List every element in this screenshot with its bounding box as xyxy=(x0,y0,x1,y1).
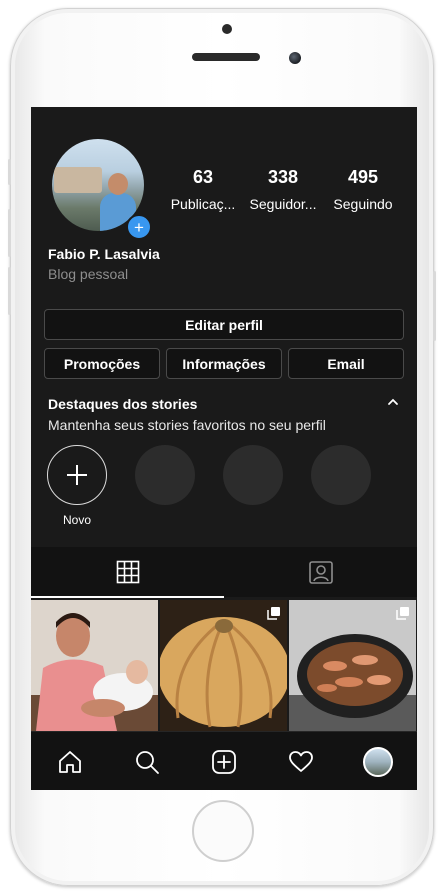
nav-home[interactable] xyxy=(31,732,108,790)
new-highlight-button[interactable] xyxy=(47,445,107,505)
chevron-up-icon[interactable] xyxy=(386,395,400,409)
multiple-photos-icon xyxy=(396,607,409,620)
profile-avatar xyxy=(362,746,393,777)
nav-new-post[interactable] xyxy=(185,732,262,790)
home-icon xyxy=(58,750,81,773)
posts-count: 63 xyxy=(192,167,214,187)
nav-profile[interactable] xyxy=(339,732,416,790)
avatar-background xyxy=(54,167,102,193)
home-button[interactable] xyxy=(192,800,254,862)
heart-icon xyxy=(288,750,313,772)
plus-icon xyxy=(67,465,87,485)
promotions-button[interactable]: Promoções xyxy=(44,348,160,379)
add-story-badge[interactable]: + xyxy=(126,214,152,240)
followers-label: Seguidor... xyxy=(249,196,317,212)
search-icon xyxy=(135,750,159,774)
tab-grid[interactable] xyxy=(31,547,224,597)
highlights-title: Destaques dos stories xyxy=(48,396,198,412)
following-stat[interactable]: 495 Seguindo xyxy=(323,167,403,212)
nav-activity[interactable] xyxy=(262,732,339,790)
following-count: 495 xyxy=(347,167,379,187)
post-thumbnail[interactable] xyxy=(31,600,158,731)
tab-tagged[interactable] xyxy=(224,547,417,597)
posts-label: Publicaç... xyxy=(170,196,236,212)
mute-switch xyxy=(8,159,11,185)
post-thumbnail[interactable] xyxy=(289,600,416,731)
new-post-icon xyxy=(211,749,236,774)
posts-grid xyxy=(31,600,417,731)
multiple-photos-icon xyxy=(267,607,280,620)
post-thumbnail[interactable] xyxy=(160,600,287,731)
posts-stat[interactable]: 63 Publicaç... xyxy=(163,167,243,212)
earpiece-speaker xyxy=(192,53,260,61)
nav-search[interactable] xyxy=(108,732,185,790)
email-button[interactable]: Email xyxy=(288,348,404,379)
front-camera xyxy=(222,24,232,34)
proximity-sensor xyxy=(289,52,301,64)
followers-count: 338 xyxy=(267,167,299,187)
volume-down-button xyxy=(8,267,11,315)
instagram-profile-screen: + 63 Publicaç... 338 Seguidor... 495 Seg… xyxy=(31,107,417,790)
info-button[interactable]: Informações xyxy=(166,348,282,379)
highlight-placeholder xyxy=(311,445,371,505)
profile-name: Fabio P. Lasalvia xyxy=(48,246,160,262)
highlights-subtitle: Mantenha seus stories favoritos no seu p… xyxy=(48,417,326,433)
grid-icon xyxy=(116,560,139,584)
edit-profile-button[interactable]: Editar perfil xyxy=(44,309,404,340)
active-tab-indicator xyxy=(31,596,224,598)
following-label: Seguindo xyxy=(333,196,393,212)
post-image-man-baby xyxy=(31,600,158,731)
tagged-person-icon xyxy=(308,561,333,584)
bottom-nav xyxy=(31,731,417,790)
new-highlight-label: Novo xyxy=(62,513,91,527)
highlight-placeholder xyxy=(223,445,283,505)
profile-bio: Blog pessoal xyxy=(48,266,129,282)
profile-tabs xyxy=(31,547,417,597)
power-button xyxy=(433,271,436,341)
volume-up-button xyxy=(8,209,11,257)
followers-stat[interactable]: 338 Seguidor... xyxy=(243,167,323,212)
highlight-placeholder xyxy=(135,445,195,505)
